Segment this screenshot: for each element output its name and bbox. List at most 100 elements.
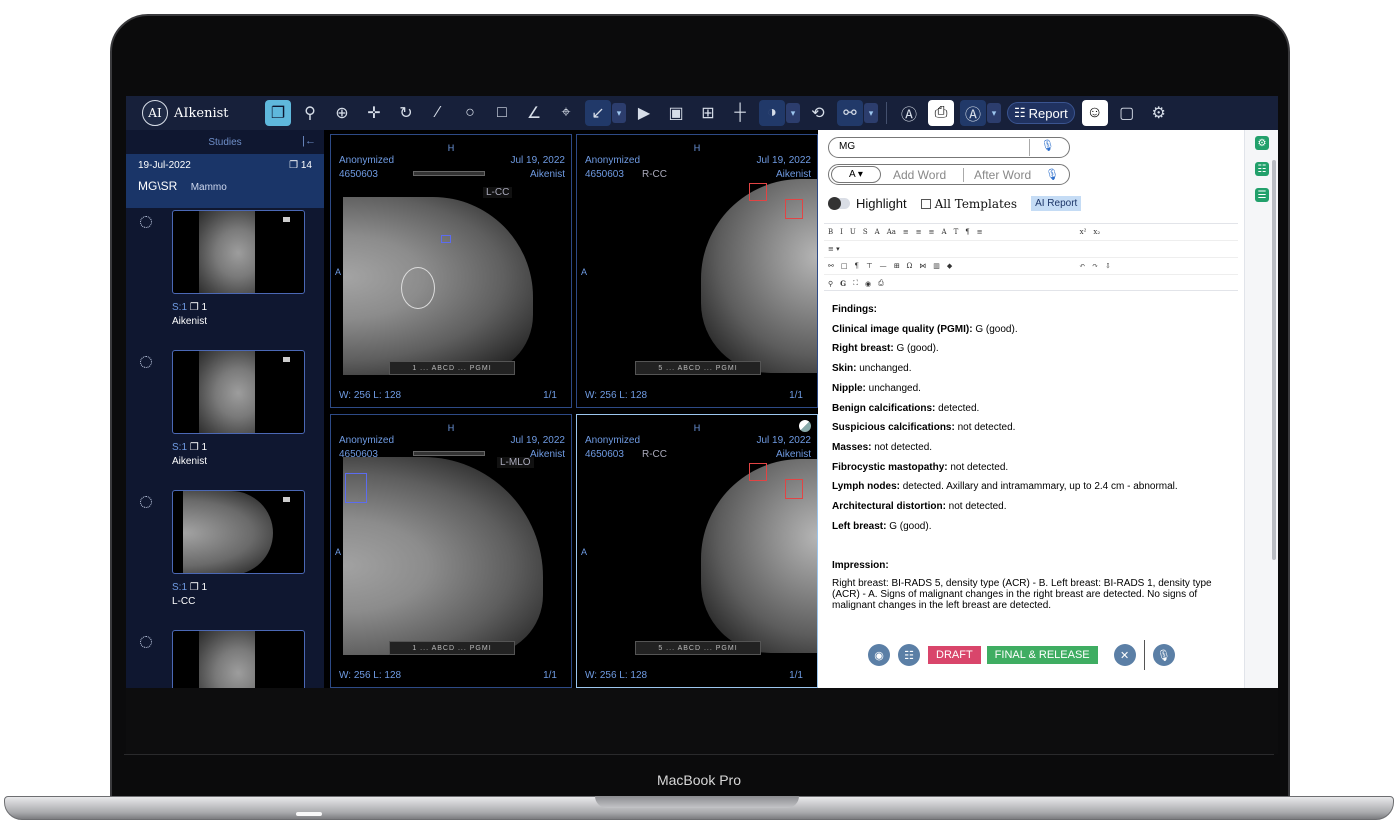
user-icon[interactable]: ☺ — [1081, 100, 1108, 126]
final-release-button[interactable]: FINAL & RELEASE — [986, 646, 1098, 664]
add-word-input[interactable]: Add Word — [893, 168, 963, 182]
subscript-icon[interactable]: x₂ — [1093, 228, 1100, 236]
columns-icon[interactable]: ▥ — [933, 262, 940, 270]
microphone-icon[interactable]: 🎙 — [1045, 168, 1059, 181]
italic-icon[interactable]: I — [840, 228, 843, 236]
series-item[interactable] — [126, 628, 324, 688]
invert-icon[interactable]: ◑ — [759, 100, 785, 126]
preview-icon[interactable]: ◉ — [865, 280, 871, 288]
text-tool-icon[interactable]: ⊤ — [866, 262, 873, 270]
series-item[interactable]: S:1 ❐ 1 Aikenist — [126, 348, 324, 488]
report-button[interactable]: ☷ Report — [1007, 102, 1075, 124]
probe-icon[interactable]: ⌖ — [553, 100, 579, 126]
series-item[interactable]: S:1 ❐ 1 L-CC — [126, 488, 324, 628]
link-dropdown-icon[interactable]: ▾ — [864, 103, 878, 123]
font-case-icon[interactable]: Aa — [887, 228, 896, 236]
paragraph-icon[interactable]: ¶ — [965, 228, 969, 236]
angle-icon[interactable]: ∠ — [521, 100, 547, 126]
search-icon[interactable]: ⚲ — [297, 100, 323, 126]
font-size-icon[interactable]: T — [954, 228, 959, 236]
fill-icon[interactable]: ◆ — [947, 262, 952, 270]
bold-icon[interactable]: B — [828, 228, 833, 236]
align-icon[interactable]: ≡ — [903, 228, 909, 236]
microphone-icon[interactable]: 🎙 — [1029, 139, 1065, 156]
viewport-rcc[interactable]: H Anonymized Jul 19, 2022 4650603 Aikeni… — [576, 134, 818, 408]
pan-icon[interactable]: ✛ — [361, 100, 387, 126]
template-icon[interactable]: ☷ — [1255, 162, 1269, 176]
link-tool-icon[interactable]: ⚯ — [828, 262, 834, 270]
template-search-value[interactable]: MG — [839, 141, 855, 152]
layout-icon[interactable]: ❐ — [265, 100, 291, 126]
all-templates-checkbox[interactable] — [920, 198, 931, 209]
ai-report-button[interactable]: AI Report — [1031, 196, 1082, 211]
app-logo[interactable]: AI AIkenist — [142, 100, 262, 126]
viewport-rcc-active[interactable]: H Anonymized Jul 19, 2022 4650603 Aikeni… — [576, 414, 818, 688]
viewport-lmlo[interactable]: H Anonymized Jul 19, 2022 4650603 Aikeni… — [330, 414, 572, 688]
study-card[interactable]: 19-Jul-2022 ❐ 14 MG\SR Mammo — [126, 154, 324, 208]
collapse-panel-icon[interactable]: |← — [302, 135, 316, 147]
underline-icon[interactable]: U — [850, 228, 856, 236]
ellipse-roi-icon[interactable]: ○ — [457, 100, 483, 126]
text-annotation-icon[interactable]: Ⓐ — [896, 100, 922, 126]
clear-format-icon[interactable]: A — [875, 228, 880, 236]
fullscreen-icon[interactable]: ⛶ — [853, 279, 858, 288]
sync-icon[interactable]: ⟲ — [805, 100, 831, 126]
scrollbar[interactable] — [1272, 160, 1276, 560]
ai-detection-box[interactable] — [749, 183, 767, 201]
report-text[interactable]: Findings: Clinical image quality (PGMI):… — [832, 300, 1232, 611]
align-dropdown-icon[interactable]: ≡ ▾ — [828, 245, 840, 253]
ai-icon[interactable]: Ⓐ — [960, 100, 986, 126]
comment-icon[interactable]: ☰ — [1255, 188, 1269, 202]
ai-detection-box[interactable] — [785, 199, 803, 219]
table-icon[interactable]: □ — [841, 262, 848, 270]
print-icon[interactable]: ⎙ — [928, 100, 954, 126]
viewport-lcc[interactable]: H Anonymized Jul 19, 2022 4650603 Aikeni… — [330, 134, 572, 408]
draft-button[interactable]: DRAFT — [928, 646, 981, 664]
series-thumbnail[interactable] — [172, 490, 305, 574]
grid-icon[interactable]: ⊞ — [695, 100, 721, 126]
line-height-icon[interactable]: ≡ — [977, 228, 983, 236]
ai-detection-box[interactable] — [345, 473, 367, 503]
series-thumbnail[interactable] — [172, 210, 305, 294]
after-word-input[interactable]: After Word — [963, 167, 1045, 182]
arrow-dropdown-icon[interactable]: ▾ — [612, 103, 626, 123]
window-icon[interactable]: ▢ — [1114, 100, 1140, 126]
invert-dropdown-icon[interactable]: ▾ — [786, 103, 800, 123]
template-search[interactable]: MG 🎙 — [828, 137, 1070, 158]
link-icon[interactable]: ⚯ — [837, 100, 863, 126]
mute-icon[interactable]: ✕ — [1113, 644, 1136, 666]
camera-icon[interactable]: ▣ — [663, 100, 689, 126]
strikethrough-icon[interactable]: S — [863, 228, 868, 236]
ai-detection-box[interactable] — [749, 463, 767, 481]
grid-table-icon[interactable]: ⊞ — [894, 262, 900, 270]
microphone-icon[interactable]: 🎙 — [1152, 644, 1175, 666]
hr-icon[interactable]: — — [880, 262, 887, 270]
list-icon[interactable]: ≡ — [916, 228, 922, 236]
rotate-icon[interactable]: ↻ — [393, 100, 419, 126]
settings-icon[interactable]: ⚙ — [1146, 100, 1172, 126]
camera-icon[interactable]: ◉ — [868, 644, 890, 666]
paragraph-format-icon[interactable]: ¶ — [855, 262, 859, 270]
arrow-annotate-icon[interactable]: ↙ — [585, 100, 611, 126]
print-doc-icon[interactable]: ⎙ — [878, 279, 884, 288]
rectangle-roi-icon[interactable]: □ — [489, 100, 515, 126]
play-icon[interactable]: ▶ — [631, 100, 657, 126]
undo-icon[interactable]: ↶ — [1079, 262, 1085, 270]
lesion-marker[interactable] — [401, 267, 435, 309]
settings-icon[interactable]: ⚙ — [1255, 136, 1269, 150]
spellcheck-icon[interactable]: G — [840, 279, 846, 288]
font-color-icon[interactable]: A — [942, 228, 947, 236]
superscript-icon[interactable]: x² — [1080, 228, 1087, 236]
ai-detection-box[interactable] — [785, 479, 803, 499]
clipboard-icon[interactable]: ☷ — [898, 644, 920, 666]
ai-dropdown-icon[interactable]: ▾ — [987, 103, 1001, 123]
special-char-icon[interactable]: Ω — [906, 262, 912, 270]
ruler-icon[interactable]: ∕ — [425, 100, 451, 126]
series-thumbnail[interactable] — [172, 630, 305, 688]
redo-icon[interactable]: ↷ — [1092, 262, 1098, 270]
text-format-dropdown[interactable]: A ▾ — [831, 166, 881, 183]
highlight-toggle[interactable] — [828, 197, 850, 210]
page-break-icon[interactable]: ⋈ — [919, 262, 926, 270]
indent-icon[interactable]: ≡ — [929, 228, 935, 236]
series-thumbnail[interactable] — [172, 350, 305, 434]
